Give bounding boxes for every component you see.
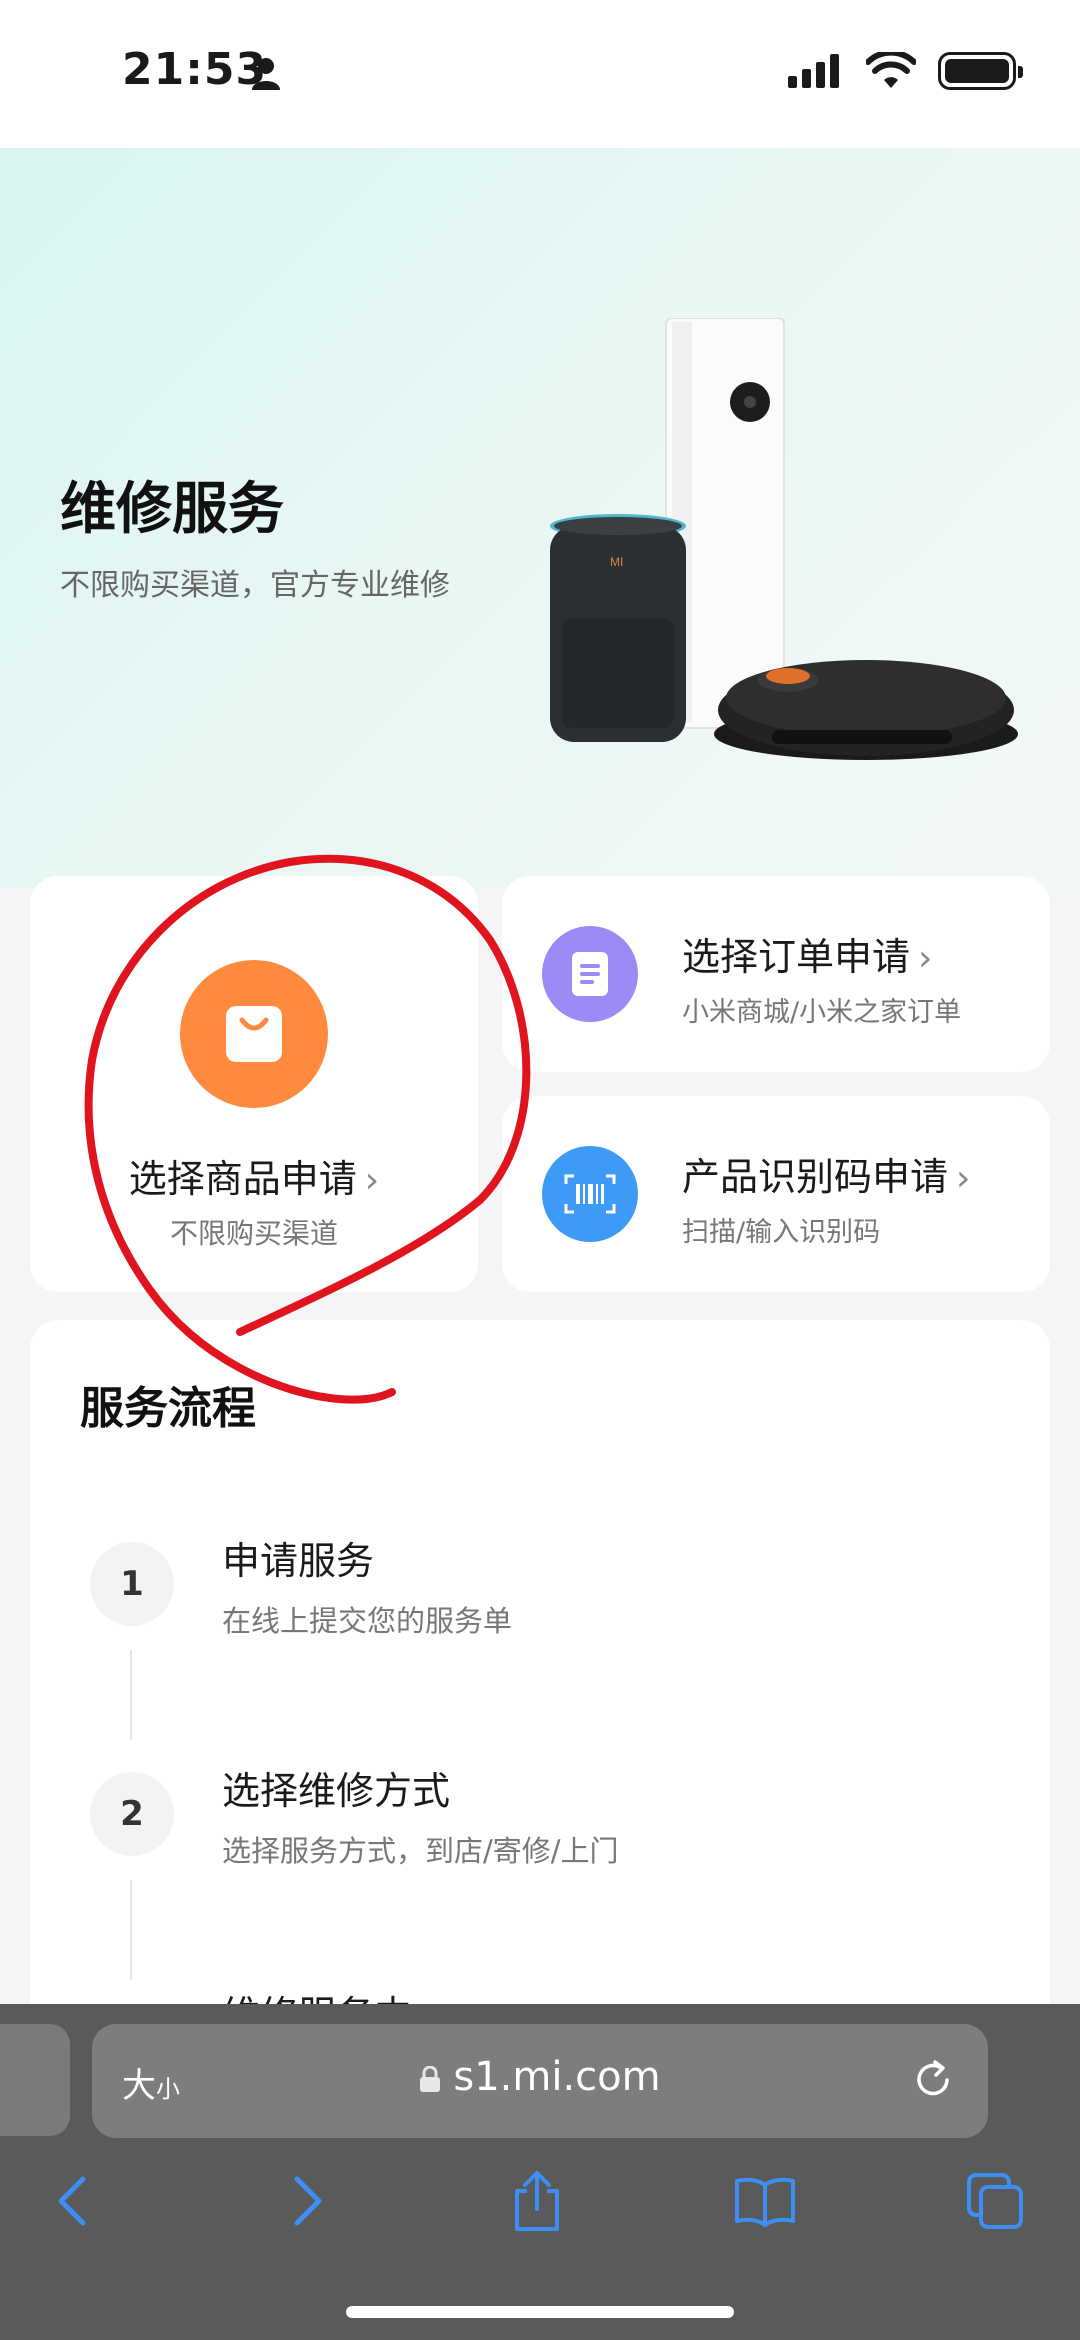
chevron-left-icon bbox=[58, 2176, 86, 2226]
step-connector bbox=[130, 1880, 132, 1980]
chevron-right-icon: › bbox=[364, 1160, 380, 1201]
page-subtitle: 不限购买渠道，官方专业维修 bbox=[60, 568, 450, 603]
svg-text:MI: MI bbox=[610, 555, 623, 569]
step-number: 1 bbox=[90, 1542, 174, 1626]
person-icon bbox=[252, 58, 280, 90]
address-bar[interactable]: 大小 s1.mi.com bbox=[92, 2024, 988, 2138]
bookmarks-button[interactable] bbox=[730, 2166, 800, 2236]
home-indicator[interactable] bbox=[346, 2306, 734, 2318]
share-button[interactable] bbox=[502, 2166, 572, 2236]
step-title: 选择维修方式 bbox=[222, 1769, 451, 1813]
hero-banner: 维修服务 不限购买渠道，官方专业维修 MI bbox=[0, 148, 1080, 888]
chevron-right-icon: › bbox=[956, 1158, 971, 1199]
step-title: 申请服务 bbox=[222, 1539, 375, 1583]
reload-icon[interactable] bbox=[908, 2054, 958, 2104]
cellular-signal-icon bbox=[788, 54, 839, 88]
select-product-label: 选择商品申请 bbox=[128, 1157, 357, 1201]
chevron-right-icon: › bbox=[918, 938, 933, 979]
service-flow-section: 服务流程 1 申请服务 在线上提交您的服务单 2 选择维修方式 选择服务方式，到… bbox=[30, 1320, 1050, 2040]
document-icon bbox=[542, 926, 638, 1022]
wifi-icon bbox=[866, 52, 916, 88]
book-icon bbox=[735, 2177, 795, 2227]
tabs-icon bbox=[967, 2173, 1023, 2229]
select-order-label: 选择订单申请 bbox=[682, 935, 911, 979]
step-number: 2 bbox=[90, 1772, 174, 1856]
lock-icon bbox=[420, 2066, 441, 2092]
status-time: 21:53 bbox=[122, 44, 268, 95]
service-flow-title: 服务流程 bbox=[80, 1383, 256, 1434]
barcode-scan-icon bbox=[542, 1146, 638, 1242]
step-subtitle: 选择服务方式，到店/寄修/上门 bbox=[222, 1834, 619, 1868]
select-product-subtitle: 不限购买渠道 bbox=[169, 1217, 338, 1250]
product-code-subtitle: 扫描/输入识别码 bbox=[682, 1217, 881, 1248]
share-icon bbox=[515, 2171, 559, 2231]
status-bar: 21:53 bbox=[0, 0, 1080, 148]
shopping-bag-icon bbox=[180, 960, 328, 1108]
product-code-card[interactable]: 产品识别码申请 › 扫描/输入识别码 bbox=[502, 1096, 1050, 1292]
browser-toolbar: 大小 s1.mi.com bbox=[0, 2004, 1080, 2340]
select-order-subtitle: 小米商城/小米之家订单 bbox=[682, 997, 962, 1028]
step-subtitle: 在线上提交您的服务单 bbox=[222, 1604, 513, 1638]
battery-icon bbox=[938, 52, 1023, 90]
previous-tab-preview[interactable] bbox=[0, 2024, 70, 2136]
url-text: s1.mi.com bbox=[453, 2054, 661, 2100]
product-code-label: 产品识别码申请 bbox=[682, 1155, 949, 1199]
forward-button[interactable] bbox=[272, 2166, 342, 2236]
step-connector bbox=[130, 1650, 132, 1740]
product-devices-illustration: MI bbox=[550, 318, 1018, 760]
back-button[interactable] bbox=[38, 2166, 108, 2236]
select-product-card[interactable]: 选择商品申请 › 不限购买渠道 bbox=[30, 876, 478, 1292]
chevron-right-icon bbox=[294, 2176, 322, 2226]
select-order-card[interactable]: 选择订单申请 › 小米商城/小米之家订单 bbox=[502, 876, 1050, 1072]
page-title: 维修服务 bbox=[60, 477, 284, 542]
tabs-button[interactable] bbox=[960, 2166, 1030, 2236]
